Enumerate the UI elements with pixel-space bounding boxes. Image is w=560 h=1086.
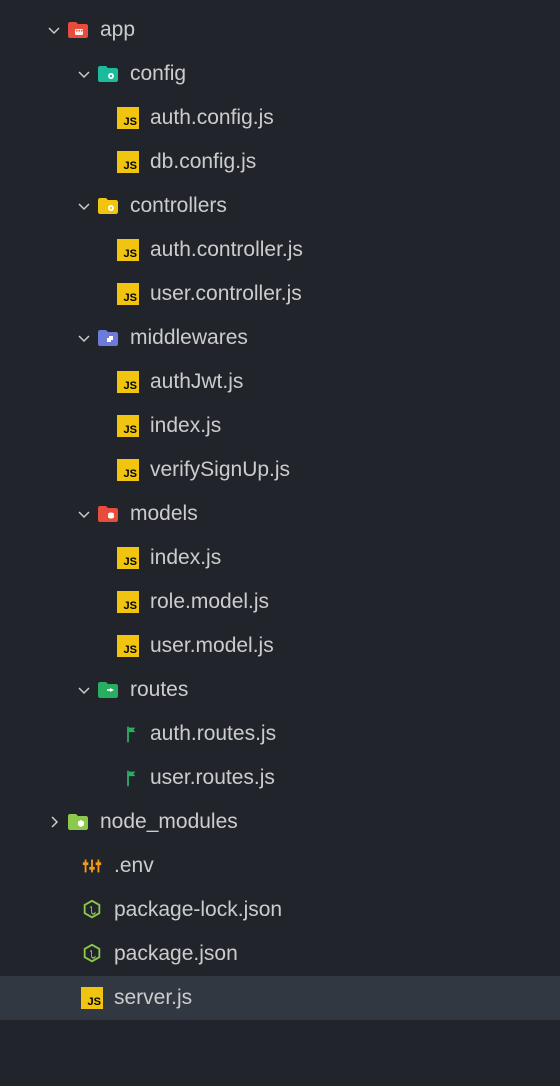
folder-controllers-icon <box>96 194 120 218</box>
file-server[interactable]: JS server.js <box>0 976 560 1020</box>
js-file-icon: JS <box>116 546 140 570</box>
file-env[interactable]: .env <box>0 844 560 888</box>
file-label: db.config.js <box>150 150 256 174</box>
file-label: user.model.js <box>150 634 274 658</box>
file-package-json[interactable]: package.json <box>0 932 560 976</box>
file-middlewares-index[interactable]: JS index.js <box>0 404 560 448</box>
file-auth-config[interactable]: JS auth.config.js <box>0 96 560 140</box>
js-file-icon: JS <box>116 590 140 614</box>
folder-routes[interactable]: routes <box>0 668 560 712</box>
file-label: auth.routes.js <box>150 722 276 746</box>
file-label: authJwt.js <box>150 370 243 394</box>
folder-app-icon <box>66 18 90 42</box>
file-user-controller[interactable]: JS user.controller.js <box>0 272 560 316</box>
js-file-icon: JS <box>116 414 140 438</box>
folder-routes-icon <box>96 678 120 702</box>
js-file-icon: JS <box>116 458 140 482</box>
folder-label: node_modules <box>100 810 238 834</box>
file-label: index.js <box>150 414 221 438</box>
file-label: .env <box>114 854 154 878</box>
folder-label: routes <box>130 678 188 702</box>
file-auth-controller[interactable]: JS auth.controller.js <box>0 228 560 272</box>
folder-label: models <box>130 502 198 526</box>
chevron-right-icon <box>42 814 66 830</box>
nodejs-file-icon <box>80 898 104 922</box>
file-label: package-lock.json <box>114 898 282 922</box>
folder-middlewares[interactable]: middlewares <box>0 316 560 360</box>
file-user-routes[interactable]: user.routes.js <box>0 756 560 800</box>
js-file-icon: JS <box>116 150 140 174</box>
chevron-down-icon <box>72 682 96 698</box>
route-file-icon <box>116 722 140 746</box>
folder-label: config <box>130 62 186 86</box>
file-role-model[interactable]: JS role.model.js <box>0 580 560 624</box>
file-authjwt[interactable]: JS authJwt.js <box>0 360 560 404</box>
file-label: package.json <box>114 942 238 966</box>
folder-node-modules-icon <box>66 810 90 834</box>
file-label: index.js <box>150 546 221 570</box>
file-label: user.routes.js <box>150 766 275 790</box>
js-file-icon: JS <box>116 634 140 658</box>
file-label: server.js <box>114 986 192 1010</box>
file-label: auth.controller.js <box>150 238 303 262</box>
folder-controllers[interactable]: controllers <box>0 184 560 228</box>
folder-middlewares-icon <box>96 326 120 350</box>
js-file-icon: JS <box>116 282 140 306</box>
file-user-model[interactable]: JS user.model.js <box>0 624 560 668</box>
folder-models-icon <box>96 502 120 526</box>
file-models-index[interactable]: JS index.js <box>0 536 560 580</box>
js-file-icon: JS <box>80 986 104 1010</box>
env-file-icon <box>80 854 104 878</box>
folder-config[interactable]: config <box>0 52 560 96</box>
js-file-icon: JS <box>116 106 140 130</box>
folder-label: middlewares <box>130 326 248 350</box>
folder-models[interactable]: models <box>0 492 560 536</box>
file-auth-routes[interactable]: auth.routes.js <box>0 712 560 756</box>
folder-node-modules[interactable]: node_modules <box>0 800 560 844</box>
folder-config-icon <box>96 62 120 86</box>
chevron-down-icon <box>72 330 96 346</box>
file-label: auth.config.js <box>150 106 274 130</box>
file-package-lock[interactable]: package-lock.json <box>0 888 560 932</box>
chevron-down-icon <box>72 198 96 214</box>
folder-app[interactable]: app <box>0 8 560 52</box>
file-label: role.model.js <box>150 590 269 614</box>
file-db-config[interactable]: JS db.config.js <box>0 140 560 184</box>
chevron-down-icon <box>42 22 66 38</box>
js-file-icon: JS <box>116 370 140 394</box>
file-verifysignup[interactable]: JS verifySignUp.js <box>0 448 560 492</box>
file-label: verifySignUp.js <box>150 458 290 482</box>
file-label: user.controller.js <box>150 282 302 306</box>
chevron-down-icon <box>72 66 96 82</box>
js-file-icon: JS <box>116 238 140 262</box>
folder-label: controllers <box>130 194 227 218</box>
folder-label: app <box>100 18 135 42</box>
nodejs-file-icon <box>80 942 104 966</box>
route-file-icon <box>116 766 140 790</box>
chevron-down-icon <box>72 506 96 522</box>
